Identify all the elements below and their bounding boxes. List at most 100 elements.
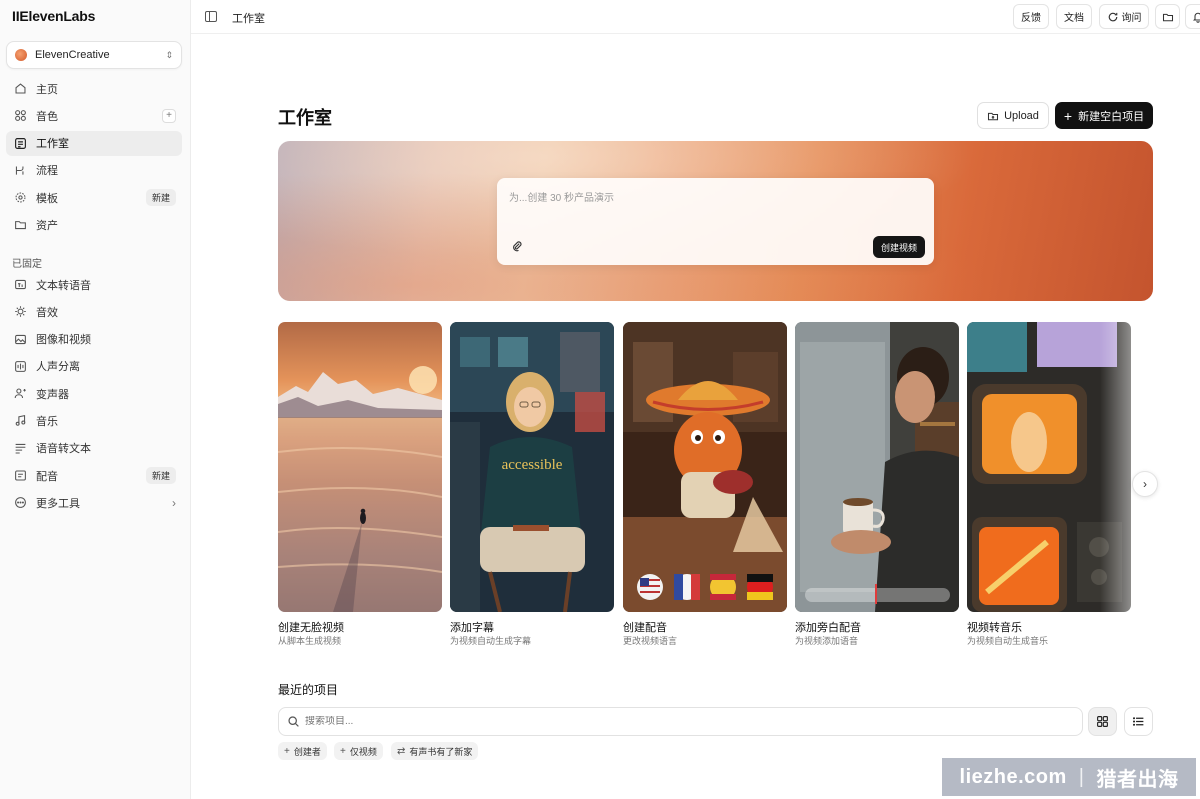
more-icon [12, 495, 28, 511]
music-icon [12, 413, 28, 429]
docs-button[interactable]: 文档 [1056, 4, 1092, 29]
sidebar-item-text-to-speech[interactable]: 文本转语音 [6, 272, 182, 297]
sidebar-item-speech-to-text[interactable]: 语音转文本 [6, 436, 182, 461]
audiobook-notice-chip[interactable]: ⇄ 有声书有了新家 [391, 742, 479, 760]
sidebar: IIElevenLabs ElevenCreative ⇕ 主页 音色 + 工作… [0, 0, 191, 799]
card-add-voiceover[interactable]: 添加旁白配音 为视频添加语音 [795, 322, 959, 646]
card-subtitle: 为视频自动生成音乐 [967, 636, 1049, 646]
main-nav: 主页 音色 + 工作室 流程 模板 新建 资产 [6, 76, 182, 240]
watermark: liezhe.com | 猎者出海 [942, 758, 1196, 796]
card-thumbnail [623, 322, 787, 612]
hero-banner: 为...创建 30 秒产品演示 创建视频 [278, 141, 1153, 301]
sidebar-item-sound-effects[interactable]: 音效 [6, 299, 182, 324]
sidebar-item-templates[interactable]: 模板 新建 [6, 185, 182, 210]
files-button[interactable] [1155, 4, 1180, 29]
sidebar-item-label: 人声分离 [36, 361, 80, 374]
carousel-next-button[interactable]: › [1132, 471, 1158, 497]
grid-view-button[interactable] [1088, 707, 1117, 736]
sidebar-item-voice-changer[interactable]: 变声器 [6, 381, 182, 406]
watermark-left: liezhe.com [959, 765, 1067, 788]
sidebar-item-label: 模板 [36, 192, 58, 205]
chip-label: 有声书有了新家 [409, 746, 473, 757]
filter-creator-chip[interactable]: + 创建者 [278, 742, 327, 760]
create-video-button[interactable]: 创建视频 [872, 236, 925, 258]
plus-icon: + [340, 745, 346, 757]
plus-icon: + [1063, 107, 1073, 124]
voices-icon [12, 108, 28, 124]
ask-button[interactable]: 询问 [1099, 4, 1149, 29]
sidebar-item-label: 变声器 [36, 388, 69, 401]
card-subtitle: 更改视频语言 [623, 636, 678, 646]
add-voice-button[interactable]: + [162, 108, 176, 123]
card-title: 创建无脸视频 [278, 622, 344, 634]
image-video-icon [12, 331, 28, 347]
sidebar-item-label: 语音转文本 [36, 443, 91, 456]
pinned-nav: 文本转语音 音效 图像和视频 人声分离 变声器 音乐 语音转文本 配音 新建 更… [6, 272, 182, 518]
watermark-separator: | [1078, 765, 1085, 788]
new-project-label: 新建空白项目 [1078, 110, 1145, 123]
card-faceless-video[interactable]: 创建无脸视频 从脚本生成视频 [278, 322, 442, 646]
chip-label: 仅视频 [349, 746, 377, 757]
ask-label: 询问 [1121, 13, 1142, 24]
card-title: 创建配音 [623, 622, 667, 634]
sidebar-item-flows[interactable]: 流程 [6, 158, 182, 183]
notifications-button[interactable] [1185, 4, 1200, 29]
card-title: 添加字幕 [450, 622, 494, 634]
page-title: 工作室 [278, 108, 332, 128]
new-blank-project-button[interactable]: + 新建空白项目 [1055, 102, 1153, 129]
folder-icon [12, 217, 28, 233]
card-thumbnail: accessible [450, 322, 614, 612]
prompt-input[interactable]: 为...创建 30 秒产品演示 [509, 189, 614, 204]
search-input[interactable] [305, 716, 1005, 727]
sidebar-item-dubbing[interactable]: 配音 新建 [6, 463, 182, 488]
card-add-subtitles[interactable]: accessible 添加字幕 为视频自动生成字幕 [450, 322, 614, 646]
upload-button[interactable]: Upload [977, 102, 1049, 129]
upload-label: Upload [1004, 109, 1039, 122]
sidebar-item-label: 主页 [36, 83, 58, 96]
sidebar-item-more-tools[interactable]: 更多工具 › [6, 490, 182, 515]
sidebar-item-label: 文本转语音 [36, 279, 91, 292]
sidebar-item-assets[interactable]: 资产 [6, 212, 182, 237]
feedback-button[interactable]: 反馈 [1013, 4, 1049, 29]
voice-isolator-icon [12, 358, 28, 374]
sidebar-item-label: 工作室 [36, 138, 69, 151]
pinned-section-label: 已固定 [12, 259, 42, 270]
card-create-dubbing[interactable]: 创建配音 更改视频语言 [623, 322, 787, 646]
card-subtitle: 为视频自动生成字幕 [450, 636, 532, 646]
workspace-switcher[interactable]: ElevenCreative ⇕ [6, 41, 182, 69]
chevron-right-icon: › [172, 495, 176, 510]
sound-effects-icon [12, 304, 28, 320]
tts-icon [12, 277, 28, 293]
sidebar-item-label: 资产 [36, 219, 58, 232]
project-search[interactable] [278, 707, 1083, 736]
sidebar-toggle-icon[interactable] [205, 11, 217, 22]
chevron-right-icon: › [1143, 477, 1147, 491]
elevenlabs-logo[interactable]: IIElevenLabs [12, 8, 95, 24]
voice-changer-icon [12, 386, 28, 402]
swap-icon: ⇄ [397, 745, 406, 757]
sidebar-item-home[interactable]: 主页 [6, 76, 182, 101]
sidebar-item-studio[interactable]: 工作室 [6, 130, 182, 156]
sidebar-item-voices[interactable]: 音色 + [6, 103, 182, 128]
chevron-updown-icon: ⇕ [165, 49, 173, 60]
folder-icon [1162, 13, 1173, 21]
sidebar-item-label: 流程 [36, 165, 58, 178]
prompt-card[interactable]: 为...创建 30 秒产品演示 创建视频 [497, 178, 934, 265]
sidebar-item-music[interactable]: 音乐 [6, 408, 182, 433]
list-view-button[interactable] [1124, 707, 1153, 736]
new-badge: 新建 [145, 467, 176, 485]
workspace-avatar [15, 49, 27, 61]
paperclip-icon[interactable] [511, 239, 523, 252]
plus-icon: + [284, 745, 290, 757]
sidebar-item-voice-isolator[interactable]: 人声分离 [6, 354, 182, 379]
chip-label: 创建者 [293, 746, 321, 757]
flows-icon [12, 162, 28, 178]
filter-video-only-chip[interactable]: + 仅视频 [334, 742, 383, 760]
watermark-right: 猎者出海 [1096, 768, 1179, 791]
sidebar-item-label: 配音 [36, 470, 58, 483]
workspace-name: ElevenCreative [35, 49, 110, 61]
bell-icon [1192, 12, 1200, 23]
sidebar-item-image-video[interactable]: 图像和视频 [6, 327, 182, 352]
refresh-icon [1108, 12, 1117, 21]
card-title: 添加旁白配音 [795, 622, 861, 634]
